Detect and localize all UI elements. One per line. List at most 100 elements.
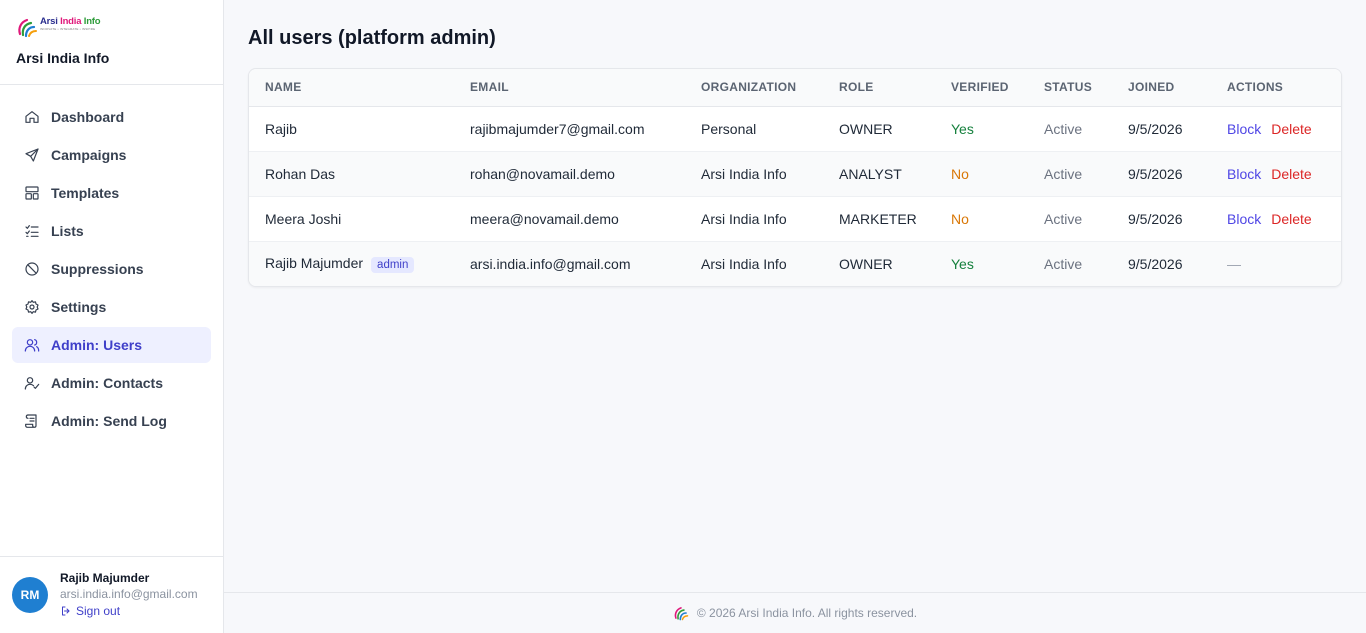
list-check-icon: [24, 223, 40, 239]
sidebar-item-label: Settings: [51, 299, 107, 315]
table-header-row: NAME EMAIL ORGANIZATION ROLE VERIFIED ST…: [249, 69, 1341, 107]
cell-email: rohan@novamail.demo: [454, 150, 685, 196]
ban-icon: [24, 261, 40, 277]
sidebar-nav: Dashboard Campaigns Templates Lists Supp…: [0, 85, 223, 439]
logo-word-india: India: [60, 16, 82, 27]
users-table-card: NAME EMAIL ORGANIZATION ROLE VERIFIED ST…: [248, 68, 1342, 287]
table-row: Rajib Majumder admin arsi.india.info@gmai…: [249, 240, 1341, 286]
cell-email: meera@novamail.demo: [454, 195, 685, 241]
cell-verified: No: [935, 195, 1028, 241]
user-check-icon: [24, 375, 40, 391]
sidebar-item-admin-users[interactable]: Admin: Users: [12, 327, 211, 363]
sidebar-item-label: Admin: Send Log: [51, 413, 167, 429]
cell-verified: No: [935, 150, 1028, 196]
cell-name: Rohan Das: [249, 150, 454, 196]
sidebar-item-label: Admin: Users: [51, 337, 143, 353]
cell-actions: Block Delete: [1211, 195, 1341, 241]
cell-name: Meera Joshi: [249, 195, 454, 241]
cell-joined: 9/5/2026: [1128, 120, 1183, 137]
user-info: Rajib Majumder arsi.india.info@gmail.com…: [60, 570, 198, 620]
delete-button[interactable]: Delete: [1271, 166, 1311, 182]
user-name-text: Rohan Das: [265, 165, 336, 182]
avatar[interactable]: RM: [12, 577, 48, 613]
layout-icon: [24, 185, 40, 201]
column-header-role[interactable]: ROLE: [823, 69, 935, 107]
main-content: All users (platform admin) NAME EMAIL OR…: [224, 0, 1366, 633]
page-title: All users (platform admin): [248, 27, 496, 49]
brand-name: Arsi India Info: [16, 50, 110, 66]
current-user-panel: RM Rajib Majumder arsi.india.info@gmail.…: [0, 556, 223, 633]
sidebar-item-label: Templates: [51, 185, 120, 201]
cell-role: OWNER: [839, 120, 893, 137]
sidebar-item-lists[interactable]: Lists: [12, 213, 211, 249]
cell-role: OWNER: [823, 240, 935, 286]
cell-email: arsi.india.info@gmail.com: [454, 240, 685, 286]
cell-status: Active: [1028, 240, 1112, 286]
users-icon: [24, 337, 40, 353]
sign-out-label: Sign out: [76, 604, 121, 618]
sidebar-item-label: Dashboard: [51, 109, 125, 125]
delete-button[interactable]: Delete: [1271, 121, 1311, 137]
sidebar-item-dashboard[interactable]: Dashboard: [12, 99, 211, 135]
sign-out-icon: [62, 606, 70, 616]
column-header-verified[interactable]: VERIFIED: [935, 69, 1028, 107]
brand-logo[interactable]: Arsi India Info INNOVATE • INTEGRATE • I…: [16, 16, 207, 40]
block-button[interactable]: Block: [1227, 121, 1261, 137]
cell-joined: 9/5/2026: [1112, 150, 1211, 196]
cell-status: Active: [1028, 195, 1112, 241]
cell-actions: Block Delete: [1211, 150, 1341, 196]
logo-tagline: INNOVATE • INTEGRATE • INSPIRE: [40, 27, 96, 31]
logo-word-arsi: Arsi: [40, 16, 58, 27]
user-name: Rajib Majumder: [60, 571, 150, 585]
cell-name: Rajib: [249, 106, 454, 151]
cell-name: Rajib Majumder admin: [249, 240, 454, 286]
cell-actions: Block Delete: [1211, 106, 1341, 151]
sidebar-item-admin-send-log[interactable]: Admin: Send Log: [12, 403, 211, 439]
cell-organization: Arsi India Info: [685, 150, 823, 196]
block-button[interactable]: Block: [1227, 211, 1261, 227]
users-table: NAME EMAIL ORGANIZATION ROLE VERIFIED ST…: [249, 69, 1341, 286]
cell-actions: —: [1211, 240, 1341, 286]
sidebar-item-label: Campaigns: [51, 147, 127, 163]
block-button[interactable]: Block: [1227, 166, 1261, 182]
sidebar-item-settings[interactable]: Settings: [12, 289, 211, 325]
no-actions-dash: —: [1227, 255, 1241, 272]
user-email: arsi.india.info@gmail.com: [60, 587, 198, 601]
footer-logo-icon: [674, 607, 689, 621]
user-name-text: Meera Joshi: [265, 210, 342, 227]
sidebar-item-templates[interactable]: Templates: [12, 175, 211, 211]
cell-joined: 9/5/2026: [1112, 240, 1211, 286]
gear-icon: [24, 299, 40, 315]
column-header-joined[interactable]: JOINED: [1112, 69, 1211, 107]
scroll-icon: [24, 413, 40, 429]
cell-status: Active: [1028, 150, 1112, 196]
cell-organization: Arsi India Info: [685, 240, 823, 286]
cell-organization: Arsi India Info: [685, 195, 823, 241]
cell-organization: Personal: [701, 120, 757, 137]
sidebar-item-label: Suppressions: [51, 261, 144, 277]
brand-area: Arsi India Info INNOVATE • INTEGRATE • I…: [0, 0, 223, 85]
logo-text: Arsi India Info INNOVATE • INTEGRATE • I…: [40, 16, 101, 31]
cell-verified: Yes: [935, 240, 1028, 286]
sign-out-link[interactable]: Sign out: [60, 602, 198, 620]
sidebar-item-label: Admin: Contacts: [51, 375, 163, 391]
column-header-status[interactable]: STATUS: [1028, 69, 1112, 107]
sidebar-item-suppressions[interactable]: Suppressions: [12, 251, 211, 287]
column-header-organization[interactable]: ORGANIZATION: [685, 69, 823, 107]
logo-mark-icon: [18, 18, 37, 38]
table-row: Rajib rajibmajumder7@gmail.com Personal …: [249, 106, 1341, 151]
cell-role: MARKETER: [823, 195, 935, 241]
column-header-name[interactable]: NAME: [249, 69, 454, 107]
sidebar-item-admin-contacts[interactable]: Admin: Contacts: [12, 365, 211, 401]
cell-joined: 9/5/2026: [1112, 195, 1211, 241]
home-icon: [24, 109, 40, 125]
sidebar-item-campaigns[interactable]: Campaigns: [12, 137, 211, 173]
admin-badge: admin: [371, 256, 415, 273]
cell-status: Active: [1044, 120, 1083, 137]
column-header-actions: ACTIONS: [1211, 69, 1341, 107]
column-header-email[interactable]: EMAIL: [454, 69, 685, 107]
footer-copyright: © 2026 Arsi India Info. All rights reser…: [696, 606, 918, 620]
user-name-text: Rajib: [265, 120, 297, 137]
footer: © 2026 Arsi India Info. All rights reser…: [224, 592, 1366, 633]
delete-button[interactable]: Delete: [1271, 211, 1311, 227]
